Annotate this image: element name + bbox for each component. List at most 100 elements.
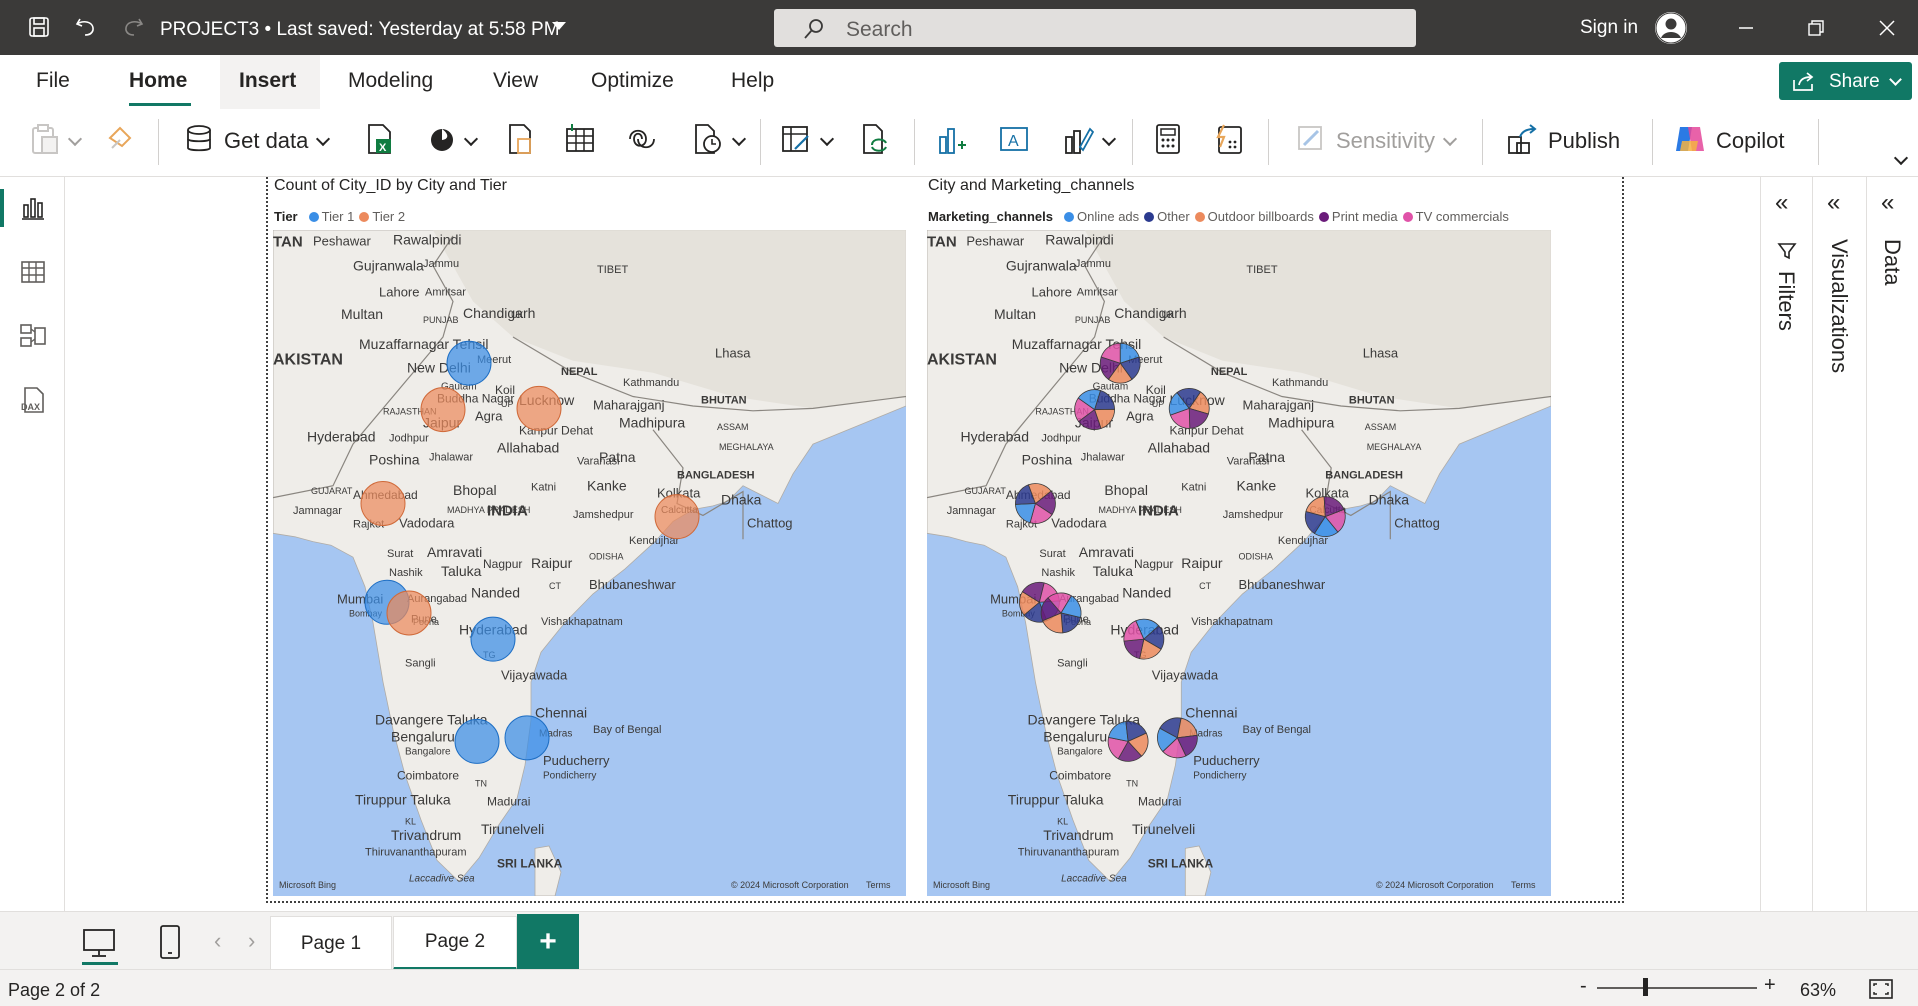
- prev-page-icon[interactable]: ‹: [214, 928, 221, 954]
- bubble-lucknow[interactable]: [516, 385, 562, 431]
- ribbon-expand-icon[interactable]: [1893, 150, 1909, 166]
- sign-in-link[interactable]: Sign in: [1580, 17, 1638, 39]
- bubble-pune[interactable]: [386, 590, 432, 636]
- pie-lucknow[interactable]: [1168, 388, 1210, 429]
- map-svg[interactable]: TAN Peshawar Rawalpindi GujranwalaJammu TIBE…: [927, 230, 1551, 896]
- refresh-button[interactable]: [860, 119, 892, 163]
- map-label-surat: Surat: [387, 548, 413, 560]
- excel-icon: X: [366, 123, 394, 160]
- save-icon[interactable]: [24, 12, 54, 42]
- pie-jaipur[interactable]: [1074, 389, 1115, 430]
- model-view-icon[interactable]: [16, 319, 50, 353]
- table-view-icon[interactable]: [16, 255, 50, 289]
- report-view-icon[interactable]: [16, 191, 50, 225]
- pie-ahmedabad[interactable]: [1015, 483, 1056, 524]
- pie-delhi[interactable]: [1099, 342, 1141, 384]
- account-avatar-icon[interactable]: [1655, 12, 1687, 44]
- tab-insert[interactable]: Insert: [239, 69, 296, 93]
- title-dropdown-icon[interactable]: [552, 22, 566, 30]
- collapse-data-icon[interactable]: «: [1881, 189, 1894, 217]
- zoom-slider-thumb[interactable]: [1643, 978, 1648, 996]
- dax-query-view-icon[interactable]: DAX: [16, 383, 50, 417]
- tab-view[interactable]: View: [493, 69, 538, 93]
- more-visuals-button[interactable]: [1062, 119, 1117, 163]
- tab-optimize[interactable]: Optimize: [591, 69, 674, 93]
- refresh-icon: [860, 123, 892, 160]
- bubble-jaipur[interactable]: [420, 387, 466, 433]
- add-page-button[interactable]: +: [517, 914, 579, 970]
- text-box-button[interactable]: A: [998, 119, 1030, 163]
- share-button[interactable]: Share: [1779, 62, 1912, 100]
- map-terms-link[interactable]: Terms: [866, 880, 891, 890]
- next-page-icon[interactable]: ›: [248, 928, 255, 954]
- map-terms-link[interactable]: Terms: [1511, 880, 1536, 890]
- map-label-kathmandu: Kathmandu: [1272, 377, 1328, 389]
- data-pane[interactable]: « Data: [1866, 177, 1918, 911]
- recent-sources-button[interactable]: [692, 119, 747, 163]
- zoom-out-icon[interactable]: -: [1580, 975, 1587, 998]
- legend-item[interactable]: Tier 1: [322, 209, 355, 224]
- quick-measure-button[interactable]: [1214, 119, 1244, 163]
- format-painter-button[interactable]: [106, 119, 136, 163]
- zoom-slider[interactable]: [1597, 987, 1757, 989]
- paste-button[interactable]: [30, 119, 83, 163]
- get-data-button[interactable]: Get data: [184, 119, 331, 163]
- redo-icon[interactable]: [118, 12, 148, 42]
- page-tab-2[interactable]: Page 2: [393, 916, 517, 970]
- undo-icon[interactable]: [71, 12, 101, 42]
- map-label-bayofbengal: Bay of Bengal: [593, 724, 662, 736]
- desktop-layout-icon[interactable]: [82, 926, 116, 965]
- close-icon[interactable]: [1867, 12, 1907, 44]
- legend-item[interactable]: Outdoor billboards: [1208, 209, 1314, 224]
- document-title[interactable]: PROJECT3 • Last saved: Yesterday at 5:58…: [160, 19, 560, 41]
- legend-item[interactable]: TV commercials: [1416, 209, 1509, 224]
- tab-help[interactable]: Help: [731, 69, 774, 93]
- bubble-bengaluru[interactable]: [454, 718, 500, 764]
- collapse-filters-icon[interactable]: «: [1775, 189, 1788, 217]
- pie-chennai[interactable]: [1157, 717, 1198, 759]
- collapse-visualizations-icon[interactable]: «: [1827, 189, 1840, 217]
- tab-home[interactable]: Home: [129, 69, 187, 93]
- bubble-chennai[interactable]: [504, 715, 550, 761]
- visualizations-pane[interactable]: « Visualizations: [1812, 177, 1866, 911]
- tab-modeling[interactable]: Modeling: [348, 69, 433, 93]
- new-visual-button[interactable]: [936, 119, 968, 163]
- legend-item[interactable]: Print media: [1332, 209, 1398, 224]
- zoom-in-icon[interactable]: +: [1764, 974, 1776, 997]
- minimize-icon[interactable]: [1726, 12, 1766, 44]
- excel-button[interactable]: X: [366, 119, 394, 163]
- left-map-visual[interactable]: TAN Peshawar Rawalpindi Gujranwala Jammu TIBE…: [273, 230, 906, 896]
- page-tab-1[interactable]: Page 1: [270, 916, 392, 970]
- tab-file[interactable]: File: [36, 69, 70, 93]
- zoom-level[interactable]: 63%: [1800, 980, 1836, 1001]
- pie-hyderabad[interactable]: [1123, 618, 1165, 660]
- pie-kolkata[interactable]: [1304, 496, 1346, 538]
- report-page[interactable]: Count of City_ID by City and Tier Tier T…: [66, 177, 1760, 911]
- map-svg[interactable]: TAN Peshawar Rawalpindi GujranwalaJammu TIBE…: [273, 230, 906, 896]
- transform-data-button[interactable]: [780, 119, 835, 163]
- bubble-kolkata[interactable]: [654, 494, 700, 540]
- legend-item[interactable]: Online ads: [1077, 209, 1139, 224]
- publish-button[interactable]: Publish: [1506, 119, 1620, 163]
- pie-pune[interactable]: [1040, 592, 1082, 634]
- restore-icon[interactable]: [1796, 12, 1836, 44]
- filters-pane[interactable]: « Filters: [1760, 177, 1812, 911]
- dataverse-button[interactable]: [626, 119, 658, 163]
- enter-data-button[interactable]: [564, 119, 596, 163]
- sql-server-button[interactable]: [506, 119, 534, 163]
- legend-item[interactable]: Tier 2: [372, 209, 405, 224]
- map-label-maharajganj: Maharajganj: [593, 398, 665, 413]
- right-map-visual[interactable]: TAN Peshawar Rawalpindi Gujranwala Jammu TIBE…: [927, 230, 1551, 896]
- bubble-hyderabad[interactable]: [470, 616, 516, 662]
- bubble-delhi[interactable]: [446, 340, 492, 386]
- fit-to-page-icon[interactable]: [1868, 978, 1894, 1005]
- map-label-nagpur: Nagpur: [1134, 557, 1173, 571]
- mobile-layout-icon[interactable]: [158, 924, 182, 965]
- bubble-ahmedabad[interactable]: [360, 481, 406, 527]
- new-measure-button[interactable]: [1154, 119, 1182, 163]
- pie-bengaluru[interactable]: [1107, 721, 1149, 762]
- onelake-button[interactable]: [428, 119, 479, 163]
- copilot-button[interactable]: Copilot: [1674, 119, 1784, 163]
- legend-item[interactable]: Other: [1157, 209, 1190, 224]
- search-input[interactable]: Search: [774, 9, 1416, 47]
